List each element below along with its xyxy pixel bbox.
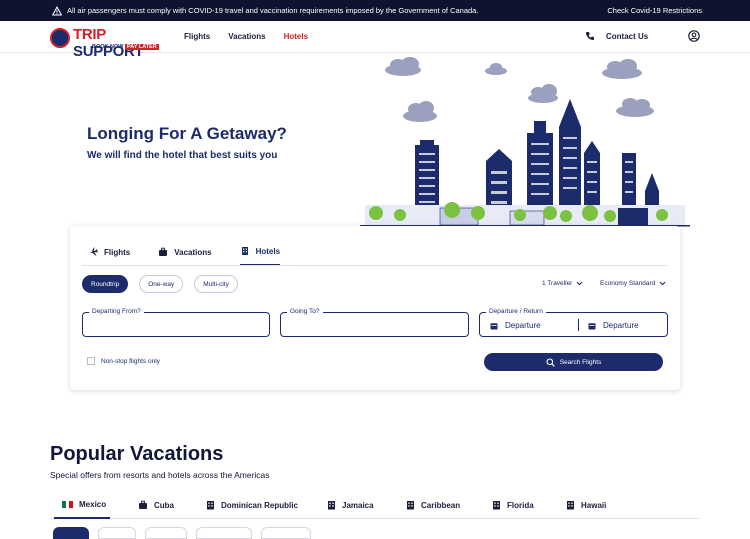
city-skyline-illustration <box>360 57 690 227</box>
popular-vacations-subtitle: Special offers from resorts and hotels a… <box>50 470 270 480</box>
departing-from-field[interactable]: Departing From? <box>82 308 270 337</box>
departing-from-label: Departing From? <box>89 308 144 315</box>
tab-cuba-label: Cuba <box>154 500 174 510</box>
dates-divider <box>578 319 579 331</box>
tab-hotels-label: Hotels <box>255 246 281 256</box>
trip-type-roundtrip[interactable]: Roundtrip <box>82 275 129 293</box>
active-tab-underline <box>54 517 110 519</box>
logo-brand-trip: TRIP <box>73 26 106 43</box>
destination-tabs: Mexico Cuba Dominican Republic Jamaica C… <box>50 495 700 519</box>
building-icon <box>207 501 214 510</box>
tab-dominican-republic[interactable]: Dominican Republic <box>206 500 298 510</box>
return-date-placeholder: Departure <box>603 321 639 330</box>
filter-chip[interactable] <box>145 527 187 539</box>
dates-field[interactable]: Departure / Return Departure Departure <box>479 308 668 337</box>
hero-section: Longing For A Getaway? We will find the … <box>0 53 750 243</box>
search-tabs: Flights Vacations Hotels <box>88 240 308 266</box>
tab-hotels[interactable]: Hotels <box>239 240 281 266</box>
search-button-label: Search Flights <box>559 358 602 366</box>
tab-jamaica-label: Jamaica <box>342 500 374 510</box>
filter-chip[interactable] <box>53 527 89 539</box>
building-windows <box>419 137 633 204</box>
trip-type-one-way[interactable]: One-way <box>139 275 184 293</box>
phone-icon <box>586 32 594 40</box>
building-icon <box>567 501 574 510</box>
tab-hawaii-label: Hawaii <box>581 500 607 510</box>
filter-chip[interactable] <box>98 527 136 539</box>
tab-caribbean-label: Caribbean <box>421 500 461 510</box>
going-to-label: Going To? <box>287 308 323 315</box>
building-icon <box>493 501 500 510</box>
trip-support-logo[interactable]: TRIP SUPPORT BOOK NOW PAY LATER <box>50 25 160 60</box>
departure-date[interactable]: Departure <box>490 321 541 330</box>
hotel-icon <box>241 247 248 255</box>
chevron-down-icon <box>659 281 666 286</box>
tab-mexico-label: Mexico <box>79 500 107 509</box>
plane-icon <box>89 247 98 256</box>
search-flights-button[interactable]: Search Flights <box>484 353 663 371</box>
chevron-down-icon <box>576 281 583 286</box>
travellers-dropdown[interactable]: 1 Traveller <box>542 280 583 287</box>
going-to-field[interactable]: Going To? <box>280 308 469 337</box>
tab-mexico[interactable]: Mexico <box>62 500 106 509</box>
logo-tag-pay: PAY LATER <box>125 44 159 50</box>
covid-restrictions-link[interactable]: Check Covid-19 Restrictions <box>607 6 702 15</box>
warning-icon <box>52 5 62 15</box>
tab-vacations[interactable]: Vacations <box>158 240 212 266</box>
nonstop-checkbox[interactable]: Non-stop flights only <box>87 357 160 365</box>
tab-flights[interactable]: Flights <box>88 240 130 266</box>
tab-flights-label: Flights <box>104 247 131 257</box>
mexico-flag-icon <box>62 501 74 508</box>
hero-subtitle: We will find the hotel that best suits y… <box>87 150 278 161</box>
filter-chip[interactable] <box>196 527 252 539</box>
filter-chips <box>53 527 311 539</box>
tab-cuba[interactable]: Cuba <box>138 500 174 510</box>
nav-item-flights[interactable]: Flights <box>184 32 210 41</box>
contact-us-label: Contact Us <box>606 31 649 41</box>
nav-item-hotels[interactable]: Hotels <box>284 32 308 41</box>
travellers-value: 1 Traveller <box>542 280 573 287</box>
suitcase-icon <box>159 247 168 256</box>
search-icon <box>546 357 555 367</box>
announcement-bar: All air passengers must comply with COVI… <box>0 0 750 21</box>
logo-tag-book: BOOK NOW <box>92 44 124 50</box>
popular-vacations-title: Popular Vacations <box>50 443 224 465</box>
building-icon <box>407 501 414 510</box>
tab-caribbean[interactable]: Caribbean <box>406 500 460 510</box>
tabs-divider <box>82 265 668 266</box>
building-icon <box>328 501 335 510</box>
tab-hawaii[interactable]: Hawaii <box>566 500 606 510</box>
departure-date-placeholder: Departure <box>505 321 541 330</box>
tab-florida[interactable]: Florida <box>492 500 534 510</box>
hero-title: Longing For A Getaway? <box>87 124 287 143</box>
cabin-dropdown[interactable]: Economy Standard <box>600 280 666 287</box>
trip-type-multi-city[interactable]: Multi-city <box>194 275 238 293</box>
tab-dominican-republic-label: Dominican Republic <box>221 500 298 510</box>
search-card: Flights Vacations Hotels Roundtrip One-w… <box>70 226 680 390</box>
cabin-value: Economy Standard <box>600 280 656 287</box>
dates-label: Departure / Return <box>486 308 546 315</box>
return-date[interactable]: Departure <box>588 321 639 330</box>
nav-menu: Flights Vacations Hotels <box>184 32 308 41</box>
globe-logo-icon <box>50 28 70 48</box>
calendar-icon <box>588 322 596 329</box>
checkbox-box[interactable] <box>87 357 95 365</box>
calendar-icon <box>490 322 498 329</box>
filter-chip[interactable] <box>261 527 311 539</box>
nonstop-label: Non-stop flights only <box>101 357 160 365</box>
trip-type-pills: Roundtrip One-way Multi-city <box>82 275 238 293</box>
contact-us-link[interactable]: Contact Us <box>585 31 648 41</box>
account-icon[interactable] <box>688 30 700 42</box>
tab-vacations-label: Vacations <box>174 247 212 257</box>
clouds <box>385 57 654 122</box>
nav-item-vacations[interactable]: Vacations <box>228 32 265 41</box>
tab-jamaica[interactable]: Jamaica <box>327 500 374 510</box>
main-nav: TRIP SUPPORT BOOK NOW PAY LATER Flights … <box>0 21 750 60</box>
tab-florida-label: Florida <box>507 500 534 510</box>
suitcase-icon <box>139 500 147 509</box>
logo-tagline: BOOK NOW PAY LATER <box>92 44 159 50</box>
announcement-text: All air passengers must comply with COVI… <box>67 6 479 15</box>
